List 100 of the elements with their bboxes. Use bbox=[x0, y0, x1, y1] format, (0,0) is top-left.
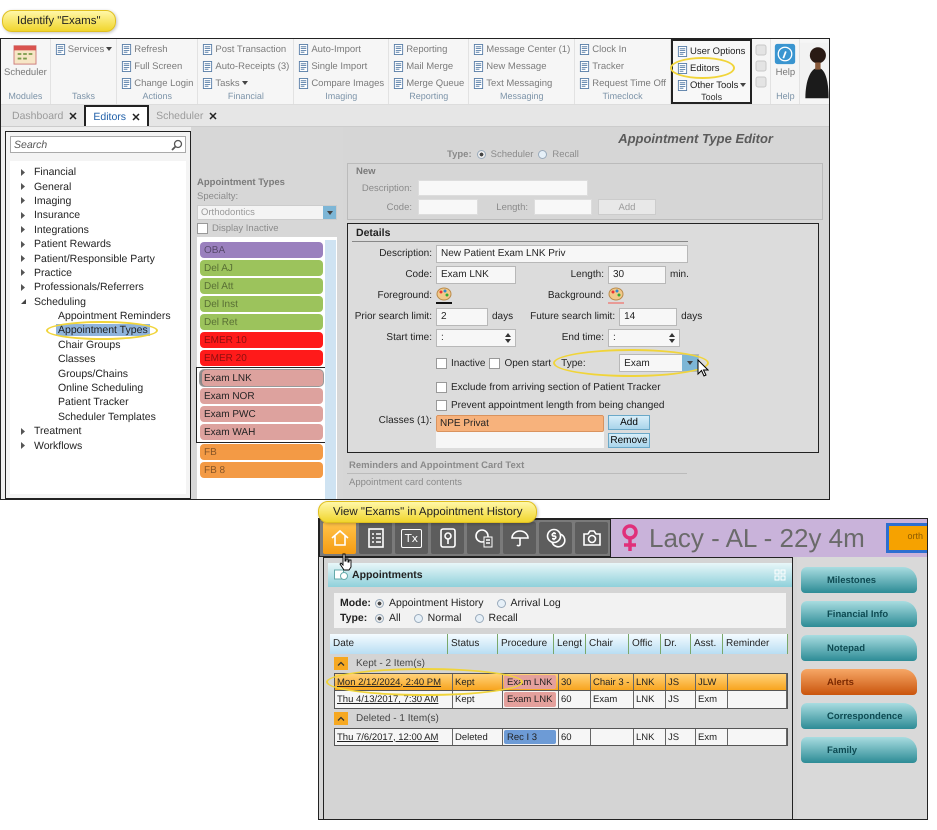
color-picker[interactable] bbox=[436, 287, 454, 304]
ribbon-button[interactable]: Single Import bbox=[297, 58, 368, 74]
tree-item[interactable]: General bbox=[32, 180, 74, 193]
ribbon-button[interactable]: Tracker bbox=[578, 58, 626, 74]
ribbon-button[interactable]: Help bbox=[774, 41, 796, 80]
tree-item[interactable]: Patient/Responsible Party bbox=[32, 252, 157, 265]
scrollbar[interactable] bbox=[325, 240, 336, 499]
spinner-arrows-icon[interactable] bbox=[505, 332, 511, 342]
tree-item[interactable]: Financial bbox=[32, 166, 78, 178]
time-spinner[interactable]: : bbox=[436, 328, 516, 346]
ribbon-button[interactable]: Scheduler bbox=[4, 41, 47, 80]
sidebar-button[interactable]: Family bbox=[801, 737, 917, 763]
tree-item[interactable]: Workflows bbox=[32, 440, 84, 452]
module-tab[interactable] bbox=[431, 522, 464, 554]
tree-item[interactable]: Insurance bbox=[32, 209, 82, 222]
input-field[interactable]: 30 bbox=[608, 266, 666, 284]
ribbon-button[interactable]: Tasks bbox=[201, 75, 249, 91]
expanded-arrow-icon[interactable] bbox=[20, 298, 26, 306]
radio-button[interactable] bbox=[496, 598, 506, 608]
appointment-row[interactable]: Thu 7/6/2017, 12:00 AM Deleted Rec I 3 60 LNK JS Exm bbox=[334, 728, 788, 746]
expand-arrow-icon[interactable] bbox=[20, 428, 26, 435]
radio-button[interactable] bbox=[375, 614, 384, 622]
ribbon-button[interactable]: Merge Queue bbox=[392, 75, 466, 91]
radio-button[interactable] bbox=[375, 598, 384, 608]
appointment-type-item[interactable]: Exam LNK bbox=[200, 370, 323, 386]
radio-button[interactable] bbox=[476, 150, 486, 159]
ribbon-button[interactable]: Editors bbox=[676, 60, 721, 76]
tree-item[interactable]: Classes bbox=[56, 353, 98, 366]
checkbox[interactable] bbox=[436, 400, 447, 410]
input-field[interactable]: New Patient Exam LNK Priv bbox=[436, 244, 688, 262]
appointment-type-item[interactable]: Exam NOR bbox=[200, 388, 323, 404]
ribbon-button[interactable]: Services bbox=[54, 41, 114, 57]
column-header[interactable]: Lengt bbox=[554, 634, 586, 654]
input-field[interactable] bbox=[418, 180, 588, 196]
radio-button[interactable] bbox=[474, 614, 484, 622]
sidebar-button[interactable]: Financial Info bbox=[801, 601, 917, 627]
tree-item[interactable]: Professionals/Referrers bbox=[32, 281, 146, 294]
sidebar-button[interactable]: Correspondence bbox=[801, 703, 917, 729]
tree-item[interactable]: Chair Groups bbox=[56, 338, 122, 351]
module-tab[interactable] bbox=[467, 522, 500, 554]
expand-arrow-icon[interactable] bbox=[20, 269, 26, 276]
tree-item[interactable]: Treatment bbox=[32, 425, 84, 438]
column-header[interactable]: Dr. bbox=[661, 634, 691, 654]
close-icon[interactable] bbox=[209, 112, 218, 120]
ribbon-button[interactable]: Auto-Import bbox=[297, 41, 362, 57]
module-tab[interactable] bbox=[539, 522, 572, 554]
input-field[interactable] bbox=[534, 199, 592, 215]
ribbon-button[interactable]: Change Login bbox=[120, 75, 194, 91]
close-icon[interactable] bbox=[69, 112, 78, 120]
tree-item[interactable]: Appointment Reminders bbox=[56, 310, 173, 322]
collapse-button[interactable] bbox=[334, 712, 348, 725]
search-field[interactable]: Search bbox=[10, 136, 186, 153]
column-header[interactable]: Reminder bbox=[723, 634, 788, 654]
module-tab[interactable] bbox=[503, 522, 536, 554]
expand-arrow-icon[interactable] bbox=[20, 255, 26, 262]
column-header[interactable]: Asst. bbox=[691, 634, 723, 654]
tree-item[interactable]: Appointment Types bbox=[56, 324, 150, 336]
ribbon-button[interactable]: Request Time Off bbox=[578, 75, 667, 91]
input-field[interactable]: 14 bbox=[619, 308, 678, 326]
ribbon-button[interactable]: Auto-Receipts (3) bbox=[201, 58, 290, 74]
tree-item[interactable]: Online Scheduling bbox=[56, 382, 146, 394]
column-header[interactable]: Date bbox=[330, 634, 448, 654]
tree-item[interactable]: Scheduling bbox=[32, 296, 88, 308]
color-picker[interactable] bbox=[608, 287, 626, 304]
ribbon-button[interactable]: Compare Images bbox=[297, 75, 386, 91]
module-tab[interactable]: Tx bbox=[395, 522, 428, 554]
appointment-type-item[interactable]: Exam PWC bbox=[200, 406, 323, 422]
tree-item[interactable]: Integrations bbox=[32, 224, 91, 236]
collapse-button[interactable] bbox=[334, 657, 348, 670]
expand-arrow-icon[interactable] bbox=[20, 442, 26, 450]
ribbon-button[interactable]: Message Center (1) bbox=[472, 41, 572, 57]
expand-arrow-icon[interactable] bbox=[20, 197, 26, 204]
expand-arrow-icon[interactable] bbox=[20, 284, 26, 291]
class-item[interactable]: NPE Privat bbox=[436, 415, 604, 432]
sidebar-button[interactable]: Milestones bbox=[801, 567, 917, 593]
expand-arrow-icon[interactable] bbox=[20, 183, 26, 190]
input-field[interactable]: Exam LNK bbox=[436, 266, 516, 284]
expand-arrow-icon[interactable] bbox=[20, 226, 26, 234]
document-tab[interactable]: Editors bbox=[84, 105, 150, 126]
date-link[interactable]: Mon 2/12/2024, 2:40 PM bbox=[335, 676, 444, 688]
column-header[interactable]: Chair bbox=[586, 634, 629, 654]
radio-button[interactable] bbox=[414, 614, 423, 622]
checkbox[interactable] bbox=[489, 358, 500, 368]
ribbon-button[interactable]: New Message bbox=[472, 58, 548, 74]
module-tab[interactable] bbox=[575, 522, 608, 554]
ribbon-button[interactable]: Text Messaging bbox=[472, 75, 554, 91]
expand-arrow-icon[interactable] bbox=[20, 212, 26, 219]
expand-arrow-icon[interactable] bbox=[20, 168, 26, 176]
date-link[interactable]: Thu 7/6/2017, 12:00 AM bbox=[335, 732, 440, 742]
module-tab[interactable] bbox=[359, 522, 392, 554]
appointment-type-item[interactable]: Exam WAH bbox=[200, 424, 323, 440]
sidebar-button[interactable]: Notepad bbox=[801, 635, 917, 661]
tree-item[interactable]: Patient Tracker bbox=[56, 396, 131, 408]
palette-icon[interactable] bbox=[608, 287, 624, 301]
radio-button[interactable] bbox=[538, 150, 548, 159]
add-button[interactable]: Add bbox=[608, 415, 650, 430]
tree-item[interactable]: Scheduler Templates bbox=[56, 410, 158, 423]
type-dropdown[interactable]: Exam bbox=[619, 354, 700, 372]
column-header[interactable]: Offic bbox=[629, 634, 661, 654]
ribbon-button[interactable]: Other Tools bbox=[676, 77, 748, 93]
